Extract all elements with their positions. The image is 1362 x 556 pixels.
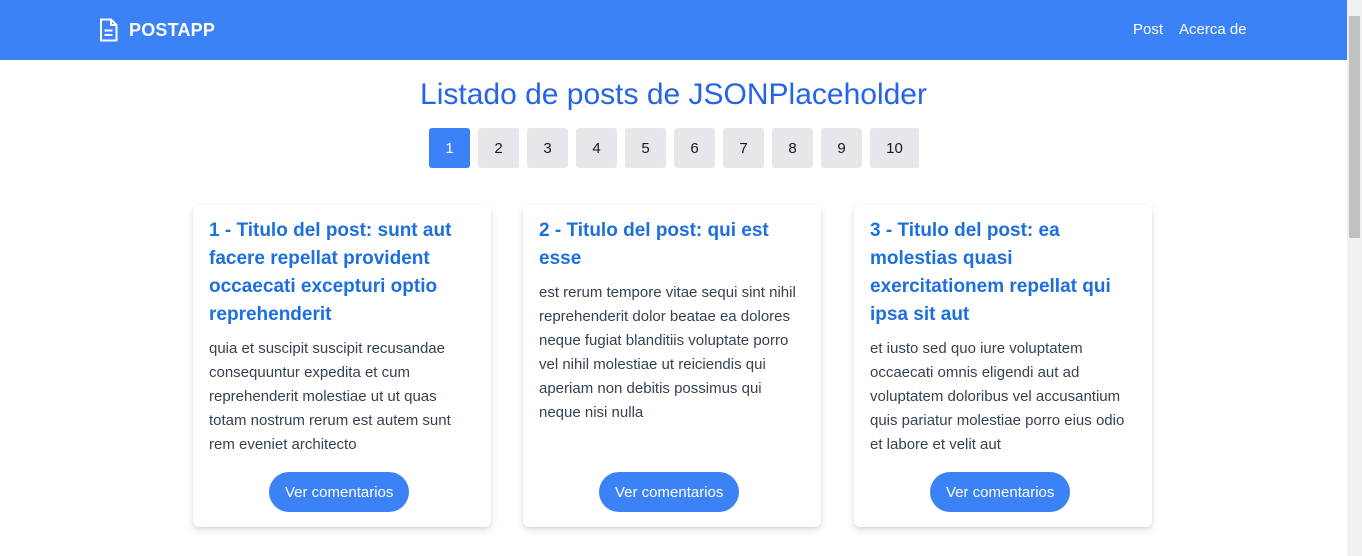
post-card: 2 - Titulo del post: qui est esse est re…	[523, 205, 821, 527]
page-button-6[interactable]: 6	[674, 128, 715, 168]
post-card: 1 - Titulo del post: sunt aut facere rep…	[193, 205, 491, 527]
post-body: est rerum tempore vitae sequi sint nihil…	[539, 284, 796, 421]
post-card: 3 - Titulo del post: ea molestias quasi …	[854, 205, 1152, 527]
view-comments-button[interactable]: Ver comentarios	[599, 472, 740, 512]
page-button-9[interactable]: 9	[821, 128, 862, 168]
view-comments-button[interactable]: Ver comentarios	[269, 472, 410, 512]
post-title: 3 - Titulo del post: ea molestias quasi …	[870, 220, 1111, 325]
pagination: 1 2 3 4 5 6 7 8 9 10	[429, 128, 919, 168]
nav-link-post[interactable]: Post	[1133, 21, 1163, 38]
scrollbar-thumb[interactable]	[1349, 16, 1360, 238]
nav-link-about[interactable]: Acerca de	[1179, 21, 1247, 38]
post-body: et iusto sed quo iure voluptatem occaeca…	[870, 340, 1125, 453]
page-button-5[interactable]: 5	[625, 128, 666, 168]
page-button-7[interactable]: 7	[723, 128, 764, 168]
post-title: 1 - Titulo del post: sunt aut facere rep…	[209, 220, 452, 325]
brand-logo[interactable]: POSTAPP	[98, 18, 215, 42]
page-button-2[interactable]: 2	[478, 128, 519, 168]
document-icon	[100, 18, 118, 42]
post-title: 2 - Titulo del post: qui est esse	[539, 220, 769, 269]
vertical-scrollbar[interactable]	[1347, 0, 1362, 556]
page-button-3[interactable]: 3	[527, 128, 568, 168]
view-comments-button[interactable]: Ver comentarios	[930, 472, 1071, 512]
page-title: Listado de posts de JSONPlaceholder	[420, 78, 927, 111]
page-button-4[interactable]: 4	[576, 128, 617, 168]
page-button-8[interactable]: 8	[772, 128, 813, 168]
brand-name: POSTAPP	[129, 19, 216, 40]
post-body: quia et suscipit suscipit recusandae con…	[209, 340, 451, 453]
page-button-1[interactable]: 1	[429, 128, 470, 168]
nav-links: Post Acerca de	[1133, 21, 1247, 38]
page-button-10[interactable]: 10	[870, 128, 919, 168]
navbar: POSTAPP Post Acerca de	[0, 0, 1347, 60]
